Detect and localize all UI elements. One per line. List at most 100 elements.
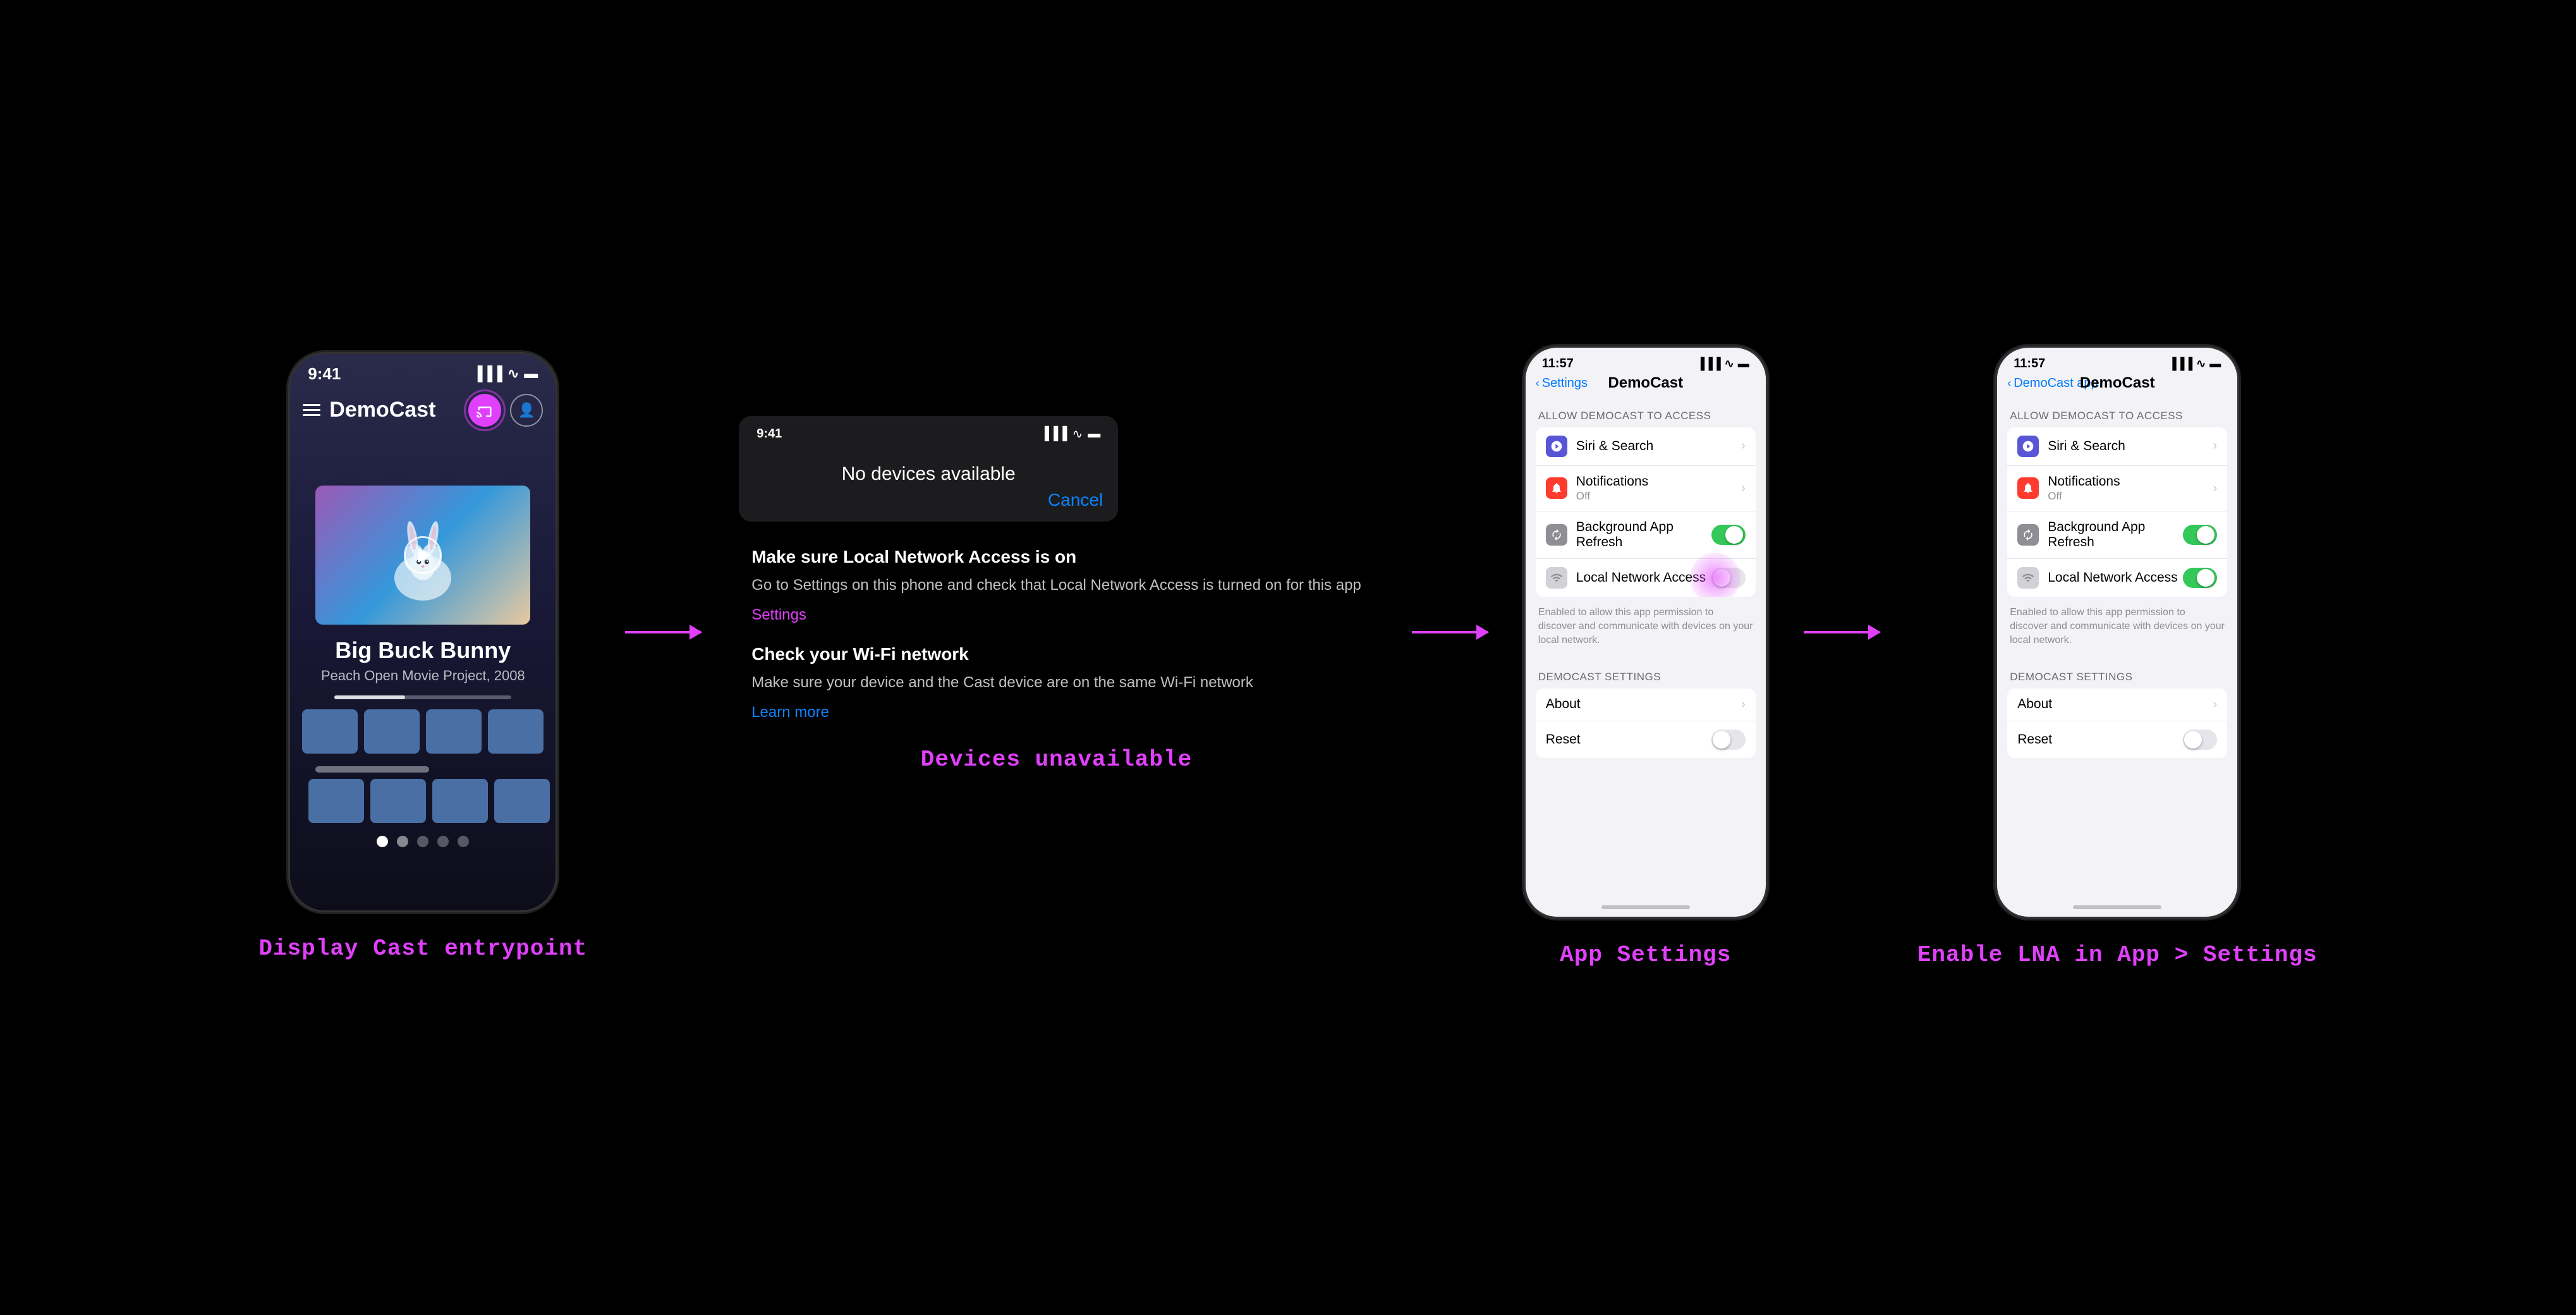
reset-toggle-1[interactable] xyxy=(1711,730,1746,750)
arrow-shape-3 xyxy=(1804,631,1880,633)
back-chevron-1: ‹ xyxy=(1536,377,1540,390)
home-indicator-4 xyxy=(2073,905,2161,909)
reset-row-2[interactable]: Reset xyxy=(2007,721,2227,758)
lna-right-2 xyxy=(2183,568,2217,588)
status-icons-1: ▐▐▐ ∿ ▬ xyxy=(473,365,538,382)
settings-back-button-1[interactable]: ‹ Settings xyxy=(1536,376,1588,391)
thumbnail[interactable] xyxy=(308,779,364,823)
settings-body-1: ALLOW DEMOCAST TO ACCESS Siri & Search › xyxy=(1526,397,1766,899)
reset-toggle-2[interactable] xyxy=(2183,730,2217,750)
main-container: 9:41 ▐▐▐ ∿ ▬ DemoCast xyxy=(0,322,2576,993)
no-devices-sheet: 9:41 ▐▐▐ ∿ ▬ No devices available Cancel xyxy=(739,416,1118,522)
bg-content-2: Background App Refresh xyxy=(2048,520,2183,550)
democast-group-1: About › Reset xyxy=(1536,688,1756,758)
settings-status-right-1: ▐▐▐ ∿ ▬ xyxy=(1696,357,1749,370)
cancel-button[interactable]: Cancel xyxy=(1048,490,1103,510)
access-group-1: Siri & Search › Notifications Of xyxy=(1536,427,1756,597)
progress-bar[interactable] xyxy=(334,695,511,699)
section-1: 9:41 ▐▐▐ ∿ ▬ DemoCast xyxy=(258,354,587,962)
lna-icon-2 xyxy=(2017,567,2039,589)
thumbnail[interactable] xyxy=(302,709,358,754)
about-chevron-1: › xyxy=(1741,697,1746,712)
lna-row-1[interactable]: Local Network Access xyxy=(1536,559,1756,597)
about-label-2: About xyxy=(2017,697,2213,712)
lna-icon-1 xyxy=(1546,567,1567,589)
signal-icon-4: ▐▐▐ xyxy=(2168,357,2192,370)
thumbnail[interactable] xyxy=(432,779,488,823)
dot-3[interactable] xyxy=(417,836,428,847)
about-content-1: About xyxy=(1546,697,1741,712)
notif-chevron-1: › xyxy=(1741,481,1746,496)
page-dots xyxy=(377,836,469,847)
bg-refresh-row-1[interactable]: Background App Refresh xyxy=(1536,511,1756,559)
notif-right-2: › xyxy=(2213,481,2218,496)
hamburger-menu[interactable] xyxy=(303,404,320,416)
arrow-shape-2 xyxy=(1412,631,1488,633)
wifi-icon-2: ∿ xyxy=(1072,426,1083,442)
lna-toggle-1[interactable] xyxy=(1711,568,1746,588)
signal-icon-3: ▐▐▐ xyxy=(1696,357,1720,370)
settings-nav-bar-2: ‹ DemoCast app DemoCast xyxy=(1997,374,2237,397)
notif-label-2: Notifications xyxy=(2048,474,2213,489)
no-devices-title: No devices available xyxy=(739,450,1118,490)
siri-search-row-1[interactable]: Siri & Search › xyxy=(1536,427,1756,466)
arrow-1 xyxy=(625,631,701,633)
thumbnail[interactable] xyxy=(494,779,550,823)
lna-footer-2: Enabled to allow this app permission to … xyxy=(1997,602,2237,658)
siri-label-2: Siri & Search xyxy=(2048,439,2213,454)
battery-icon-2: ▬ xyxy=(1088,427,1100,441)
reset-label-1: Reset xyxy=(1546,732,1711,747)
thumbnail[interactable] xyxy=(488,709,544,754)
movie-title: Big Buck Bunny xyxy=(335,637,511,664)
bg-toggle-thumb-1 xyxy=(1725,526,1743,544)
no-devices-status-bar: 9:41 xyxy=(756,427,782,441)
section-4: 11:57 ▐▐▐ ∿ ▬ ‹ DemoCast app DemoCast AL… xyxy=(1917,348,2318,968)
access-section-header-2: ALLOW DEMOCAST TO ACCESS xyxy=(1997,397,2237,427)
thumbnail[interactable] xyxy=(364,709,420,754)
reset-row-1[interactable]: Reset xyxy=(1536,721,1756,758)
lna-toggle-2[interactable] xyxy=(2183,568,2217,588)
thumbnail[interactable] xyxy=(370,779,426,823)
dot-active[interactable] xyxy=(377,836,388,847)
label-s1: Display Cast entrypoint xyxy=(258,936,587,962)
profile-button[interactable]: 👤 xyxy=(510,394,543,427)
status-bar-1: 9:41 ▐▐▐ ∿ ▬ xyxy=(290,354,556,389)
dot-5[interactable] xyxy=(458,836,469,847)
notifications-row-2[interactable]: Notifications Off › xyxy=(2007,466,2227,511)
learn-more-link[interactable]: Learn more xyxy=(751,704,1361,721)
bg-toggle-2[interactable] xyxy=(2183,525,2217,545)
about-label-1: About xyxy=(1546,697,1741,712)
reset-label-2: Reset xyxy=(2017,732,2183,747)
thumbnail[interactable] xyxy=(426,709,482,754)
bg-label-2: Background App Refresh xyxy=(2048,520,2183,550)
lna-right-1 xyxy=(1711,568,1746,588)
siri-search-row-2[interactable]: Siri & Search › xyxy=(2007,427,2227,466)
lna-toggle-thumb-2 xyxy=(2197,569,2215,587)
siri-chevron-1: › xyxy=(1741,439,1746,453)
wifi-icon-3: ∿ xyxy=(1725,357,1734,370)
bg-refresh-row-2[interactable]: Background App Refresh xyxy=(2007,511,2227,559)
phone-democast: 9:41 ▐▐▐ ∿ ▬ DemoCast xyxy=(290,354,556,910)
about-row-1[interactable]: About › xyxy=(1536,688,1756,721)
bg-toggle-1[interactable] xyxy=(1711,525,1746,545)
lna-content-1: Local Network Access xyxy=(1576,570,1711,585)
siri-right-1: › xyxy=(1741,439,1746,453)
settings-link[interactable]: Settings xyxy=(751,606,1361,624)
siri-content-2: Siri & Search xyxy=(2048,439,2213,454)
siri-label-1: Siri & Search xyxy=(1576,439,1741,454)
progress-fill xyxy=(334,695,405,699)
dot-2[interactable] xyxy=(397,836,408,847)
cast-button[interactable] xyxy=(468,394,501,427)
thumbnails-row-1 xyxy=(302,709,544,754)
lna-label-1: Local Network Access xyxy=(1576,570,1711,585)
about-right-1: › xyxy=(1741,697,1746,712)
notifications-row-1[interactable]: Notifications Off › xyxy=(1536,466,1756,511)
dot-4[interactable] xyxy=(437,836,449,847)
trouble-title-2: Check your Wi-Fi network xyxy=(751,644,1361,664)
back-label-1: Settings xyxy=(1542,376,1588,391)
bg-icon-1 xyxy=(1546,524,1567,546)
play-button[interactable] xyxy=(404,536,442,574)
battery-icon-4: ▬ xyxy=(2209,357,2221,370)
about-row-2[interactable]: About › xyxy=(2007,688,2227,721)
lna-row-2[interactable]: Local Network Access xyxy=(2007,559,2227,597)
